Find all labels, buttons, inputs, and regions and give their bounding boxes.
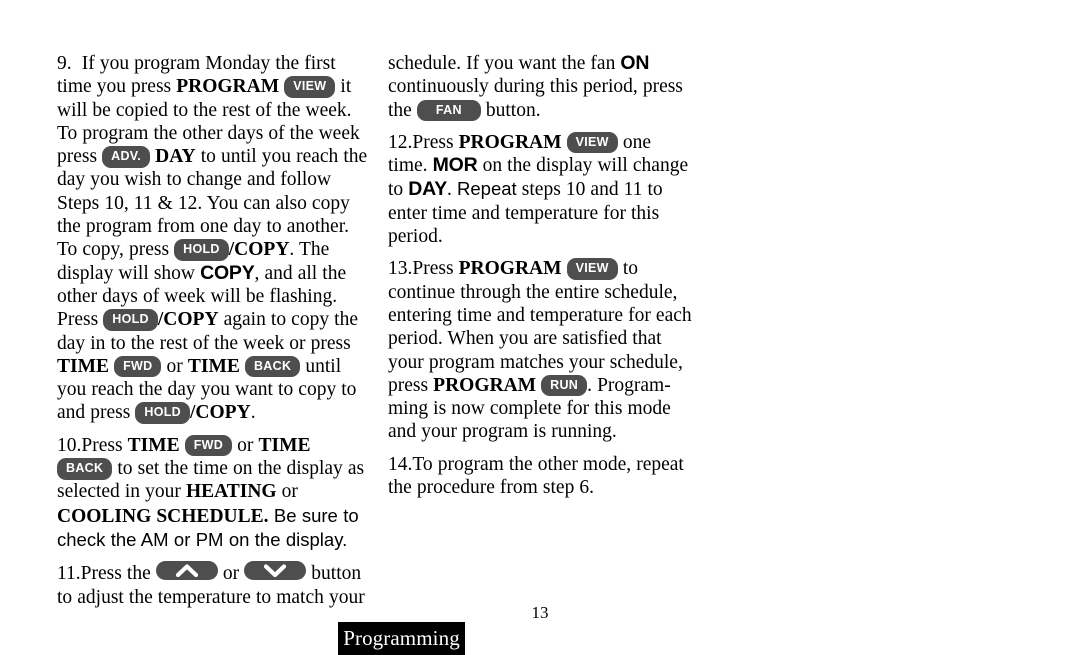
copy-label-2: /COPY bbox=[157, 309, 219, 331]
view-key[interactable]: VIEW bbox=[284, 76, 336, 98]
run-key[interactable]: RUN bbox=[541, 374, 588, 397]
program-label: PROGRAM bbox=[176, 76, 280, 98]
hold-key-1[interactable]: HOLD bbox=[174, 239, 229, 261]
step-13-text-1: Press bbox=[412, 258, 459, 280]
copy-label-3: /COPY bbox=[190, 402, 251, 424]
right-column: schedule. If you want the fan ON continu… bbox=[388, 52, 694, 499]
left-column: 9. If you program Monday the first time … bbox=[57, 52, 369, 609]
step-14: 14.To program the other mode, repeat the… bbox=[388, 453, 694, 500]
view-key-3[interactable]: VIEW bbox=[566, 258, 618, 280]
display-mor: MOR bbox=[432, 154, 478, 177]
arrow-up-icon[interactable] bbox=[155, 561, 218, 581]
time-label-1: TIME bbox=[57, 355, 110, 377]
display-on: ON bbox=[620, 52, 650, 74]
cooling-schedule-label: COOLING SCHEDULE. bbox=[57, 505, 269, 527]
step-11-continued: schedule. If you want the fan ON continu… bbox=[388, 52, 694, 122]
step-10: 10.Press TIME FWD or TIME BACK to set th… bbox=[57, 434, 369, 552]
step-9-text-7: or bbox=[161, 355, 188, 377]
section-tab-programming: Programming bbox=[338, 622, 465, 655]
continued-text-1: schedule. If you want the fan bbox=[388, 53, 621, 74]
step-11-number: 11. bbox=[57, 563, 81, 585]
step-10-text-4: or bbox=[276, 481, 298, 503]
step-9-text-9: . bbox=[250, 402, 256, 424]
step-14-text-1: To program the other mode, repeat the pr… bbox=[388, 453, 684, 499]
step-12-sans-repeat: Repeat bbox=[456, 178, 517, 200]
step-13-number: 13. bbox=[388, 258, 413, 280]
back-key-1[interactable]: BACK bbox=[244, 355, 301, 378]
step-12-number: 12. bbox=[388, 131, 413, 153]
step-9: 9. If you program Monday the first time … bbox=[57, 52, 369, 425]
arrow-down-icon[interactable] bbox=[244, 561, 307, 581]
step-10-text-2: or bbox=[232, 434, 259, 456]
program-label-4: PROGRAM bbox=[433, 374, 537, 396]
heating-label: HEATING bbox=[185, 481, 277, 503]
adv-key[interactable]: ADV. bbox=[102, 146, 151, 168]
page-number: 13 bbox=[531, 603, 549, 622]
time-label-2: TIME bbox=[187, 355, 240, 377]
continued-text-3: button. bbox=[480, 99, 541, 121]
back-key-2[interactable]: BACK bbox=[57, 458, 113, 480]
step-11: 11.Press the or button to adjust the tem… bbox=[57, 561, 369, 609]
fwd-key-1[interactable]: FWD bbox=[114, 355, 162, 378]
copy-label-1: /COPY bbox=[228, 239, 290, 261]
step-11-text-2: or bbox=[217, 563, 245, 585]
step-12-text-4: . bbox=[447, 179, 457, 201]
fwd-key-2[interactable]: FWD bbox=[184, 434, 233, 457]
day-label: DAY bbox=[155, 146, 196, 168]
fan-key[interactable]: FAN bbox=[416, 99, 481, 122]
view-key-2[interactable]: VIEW bbox=[566, 131, 618, 154]
step-14-number: 14. bbox=[388, 453, 413, 475]
manual-page: 9. If you program Monday the first time … bbox=[0, 0, 1080, 655]
time-label-4: TIME bbox=[258, 434, 311, 456]
display-copy: COPY bbox=[200, 261, 255, 284]
step-13: 13.Press PROGRAM VIEW to continue throug… bbox=[388, 257, 694, 443]
hold-key-2[interactable]: HOLD bbox=[103, 309, 158, 331]
step-12: 12.Press PROGRAM VIEW one time. MOR on t… bbox=[388, 131, 694, 248]
hold-key-3[interactable]: HOLD bbox=[135, 402, 191, 424]
time-label-3: TIME bbox=[127, 434, 180, 456]
step-9-number: 9. bbox=[57, 53, 72, 74]
step-10-number: 10. bbox=[57, 434, 82, 456]
step-10-text-1: Press bbox=[81, 434, 128, 456]
display-day: DAY bbox=[408, 178, 448, 201]
program-label-2: PROGRAM bbox=[458, 131, 562, 153]
step-11-text-1: Press the bbox=[80, 563, 156, 585]
program-label-3: PROGRAM bbox=[458, 258, 562, 280]
step-12-text-1: Press bbox=[412, 131, 459, 153]
